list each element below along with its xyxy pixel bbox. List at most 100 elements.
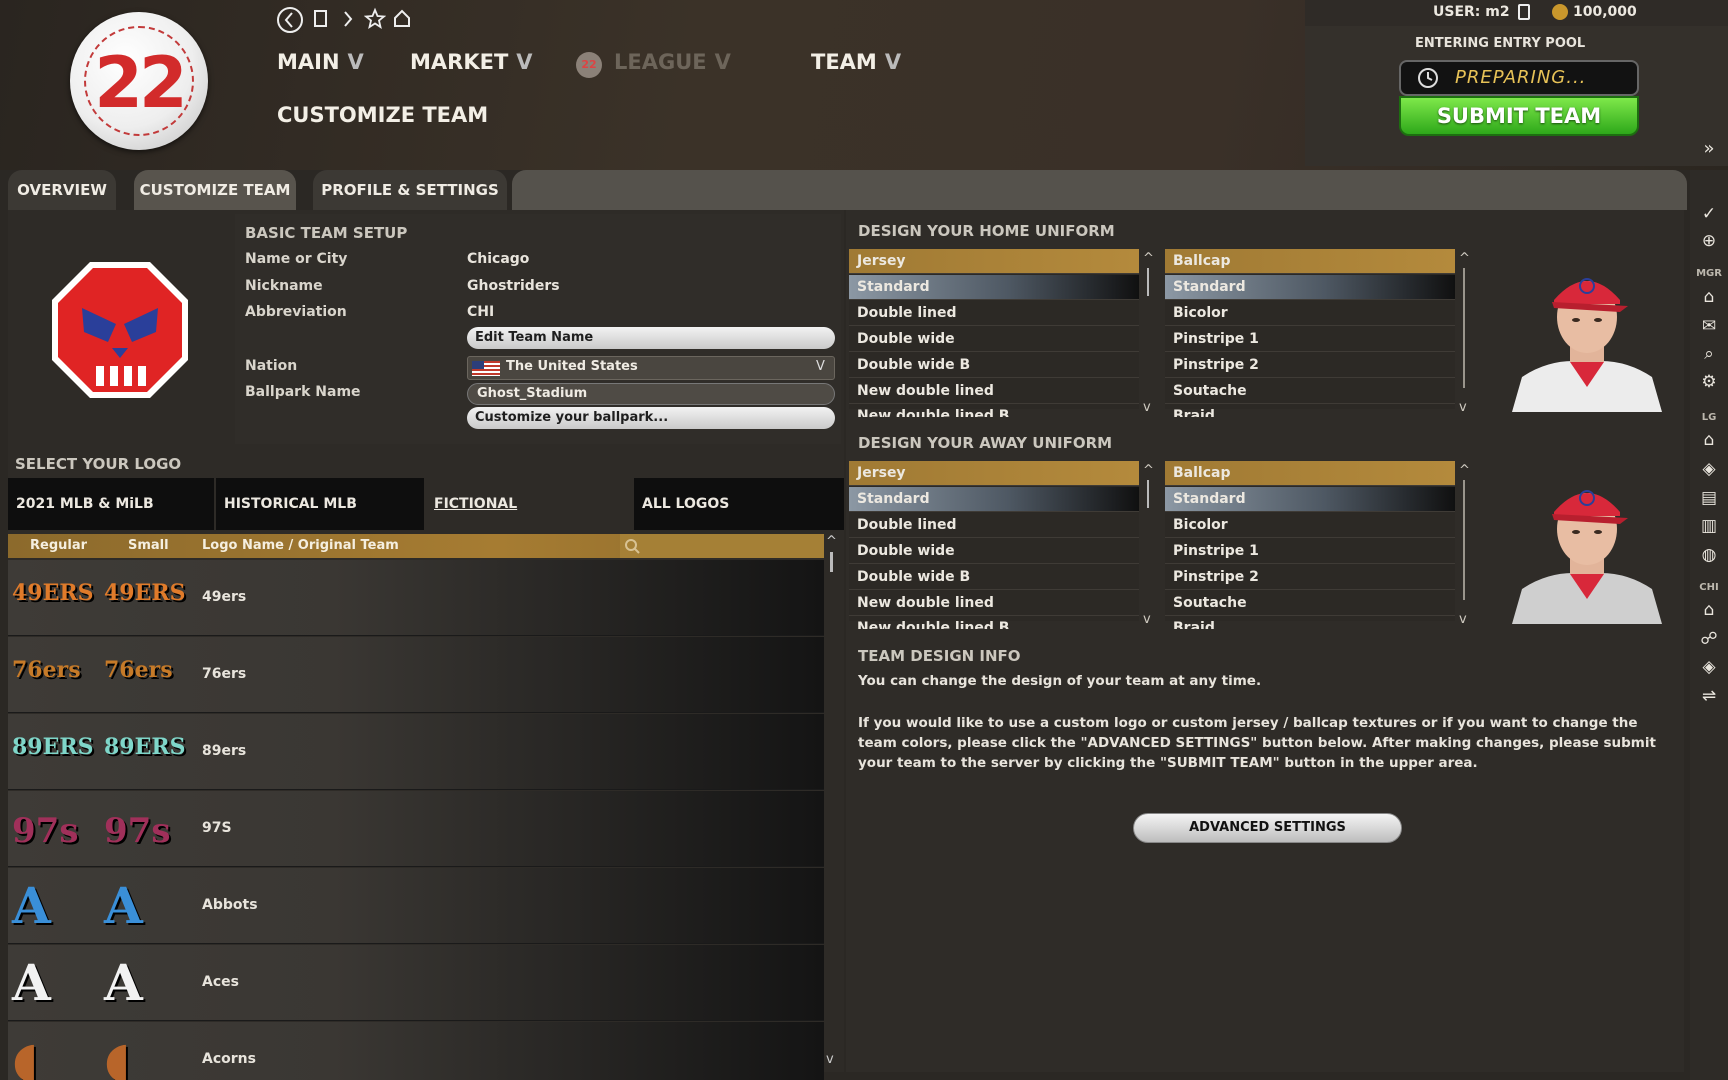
list-item-selected[interactable]: Standard	[849, 487, 1139, 512]
field-icon[interactable]: ◈	[1694, 657, 1724, 677]
logo-tab-historical[interactable]: HISTORICAL MLB	[216, 478, 424, 530]
advanced-settings-button[interactable]: ADVANCED SETTINGS	[1133, 813, 1402, 843]
scrollbar-thumb[interactable]	[830, 552, 833, 572]
search-icon[interactable]: ⌕	[1694, 344, 1724, 364]
logo-row[interactable]: 76ers 76ers 76ers	[8, 637, 824, 713]
list-item[interactable]: Pinstripe 1	[1165, 327, 1455, 352]
logo-row[interactable]: ◖ ◖ Acorns	[8, 1022, 824, 1080]
list-header[interactable]: Ballcap	[1165, 461, 1455, 486]
back-icon[interactable]	[276, 6, 304, 40]
menu-market[interactable]: MARKET V	[410, 50, 533, 74]
list-item-selected[interactable]: Standard	[1165, 487, 1455, 512]
scroll-down-icon[interactable]: v	[1459, 612, 1467, 627]
list-item-selected[interactable]: Standard	[1165, 275, 1455, 300]
tab-customize-team[interactable]: CUSTOMIZE TEAM	[134, 170, 296, 210]
baseball-icon[interactable]: ◍	[1694, 545, 1724, 565]
scrollbar-track[interactable]	[1463, 480, 1465, 600]
logo-row[interactable]: A A Aces	[8, 945, 824, 1021]
list-item[interactable]: New double lined B	[849, 405, 1139, 417]
ballpark-name-input[interactable]: Ghost_Stadium	[467, 383, 835, 405]
list-item[interactable]: Pinstripe 2	[1165, 565, 1455, 590]
scroll-down-icon[interactable]: v	[1459, 400, 1467, 415]
diamond-icon[interactable]: ◈	[1694, 459, 1724, 479]
team-home-icon[interactable]: ⌂	[1694, 600, 1724, 620]
bookmark-icon[interactable]	[312, 6, 330, 38]
list-header[interactable]: Ballcap	[1165, 249, 1455, 274]
list-item[interactable]: Double wide B	[849, 565, 1139, 590]
logo-name: Aces	[202, 974, 239, 990]
col-small: Small	[128, 538, 169, 553]
list-item[interactable]: New double lined B	[849, 617, 1139, 629]
list-item[interactable]: Soutache	[1165, 379, 1455, 404]
submit-team-button[interactable]: SUBMIT TEAM	[1399, 96, 1639, 136]
list-header[interactable]: Jersey	[849, 461, 1139, 486]
menu-main[interactable]: MAIN V	[277, 50, 364, 74]
edit-team-name-button[interactable]: Edit Team Name	[467, 327, 835, 349]
collapse-sidebar-icon[interactable]: »	[1694, 138, 1724, 159]
tab-profile-settings[interactable]: PROFILE & SETTINGS	[313, 170, 507, 210]
list-item[interactable]: New double lined	[849, 379, 1139, 404]
logo-row[interactable]: 97s 97s 97S	[8, 791, 824, 867]
mgr-home-icon[interactable]: ⌂	[1694, 287, 1724, 307]
logo-tab-mlb[interactable]: 2021 MLB & MiLB	[8, 478, 214, 530]
logo-name: 97S	[202, 820, 232, 836]
logo-tab-all[interactable]: ALL LOGOS	[634, 478, 844, 530]
list-item[interactable]: Bicolor	[1165, 513, 1455, 538]
scrollbar-thumb[interactable]	[1147, 480, 1149, 508]
team-logo[interactable]	[48, 258, 192, 406]
list-item[interactable]: Bicolor	[1165, 301, 1455, 326]
list-item[interactable]: New double lined	[849, 591, 1139, 616]
scroll-up-icon[interactable]: ^	[1459, 251, 1470, 266]
logo-row[interactable]: A A Abbots	[8, 868, 824, 944]
menu-team-label: TEAM	[811, 50, 877, 74]
scroll-up-icon[interactable]: ^	[1143, 463, 1154, 478]
list-item[interactable]: Pinstripe 1	[1165, 539, 1455, 564]
scroll-up-icon[interactable]: ^	[1143, 251, 1154, 266]
scroll-up-icon[interactable]: ^	[826, 534, 837, 549]
list-item[interactable]: Double lined	[849, 513, 1139, 538]
stats-chart-icon[interactable]: ▥	[1694, 516, 1724, 536]
globe-icon[interactable]: ⊕	[1694, 231, 1724, 251]
scroll-up-icon[interactable]: ^	[1459, 463, 1470, 478]
list-item[interactable]: Soutache	[1165, 591, 1455, 616]
device-icon[interactable]	[1517, 3, 1531, 25]
chevron-down-icon: V	[884, 50, 902, 74]
logo-regular-image: 97s	[12, 811, 79, 851]
roster-icon[interactable]: ☍	[1694, 629, 1724, 649]
star-icon[interactable]	[363, 6, 387, 38]
nation-select[interactable]: The United States V	[467, 356, 835, 380]
scoreboard-icon[interactable]: ▤	[1694, 488, 1724, 508]
scroll-down-icon[interactable]: v	[1143, 400, 1151, 415]
check-icon[interactable]: ✓	[1694, 204, 1724, 224]
list-header[interactable]: Jersey	[849, 249, 1139, 274]
list-item[interactable]: Pinstripe 2	[1165, 353, 1455, 378]
scrollbar-thumb[interactable]	[1147, 268, 1149, 296]
league-badge-icon: 22	[576, 52, 602, 78]
mail-icon[interactable]: ✉	[1694, 316, 1724, 336]
logo-search-field[interactable]	[620, 534, 824, 558]
menu-league: LEAGUE V	[614, 50, 731, 74]
scroll-down-icon[interactable]: v	[1143, 612, 1151, 627]
list-item[interactable]: Double wide B	[849, 353, 1139, 378]
nickname-value: Ghostriders	[467, 278, 560, 294]
list-item[interactable]: Double wide	[849, 327, 1139, 352]
home-icon[interactable]	[392, 6, 412, 38]
list-item-selected[interactable]: Standard	[849, 275, 1139, 300]
list-item[interactable]: Double lined	[849, 301, 1139, 326]
list-item[interactable]: Double wide	[849, 539, 1139, 564]
lg-home-icon[interactable]: ⌂	[1694, 430, 1724, 450]
scroll-down-icon[interactable]: v	[826, 1052, 834, 1067]
team-number-ball[interactable]: 22	[70, 12, 208, 150]
gear-icon[interactable]: ⚙	[1694, 372, 1724, 392]
logo-row[interactable]: 89ERS 89ERS 89ers	[8, 714, 824, 790]
list-item[interactable]: Braid	[1165, 405, 1455, 417]
tab-overview[interactable]: OVERVIEW	[8, 170, 116, 210]
menu-team[interactable]: TEAM V	[811, 50, 901, 74]
scrollbar-track[interactable]	[1463, 268, 1465, 388]
logo-row[interactable]: 49ERS 49ERS 49ers	[8, 560, 824, 636]
list-item[interactable]: Braid	[1165, 617, 1455, 629]
logo-tab-fictional[interactable]: FICTIONAL	[426, 478, 632, 530]
customize-ballpark-button[interactable]: Customize your ballpark...	[467, 407, 835, 429]
trade-icon[interactable]: ⇌	[1694, 686, 1724, 706]
forward-icon[interactable]	[340, 6, 356, 38]
